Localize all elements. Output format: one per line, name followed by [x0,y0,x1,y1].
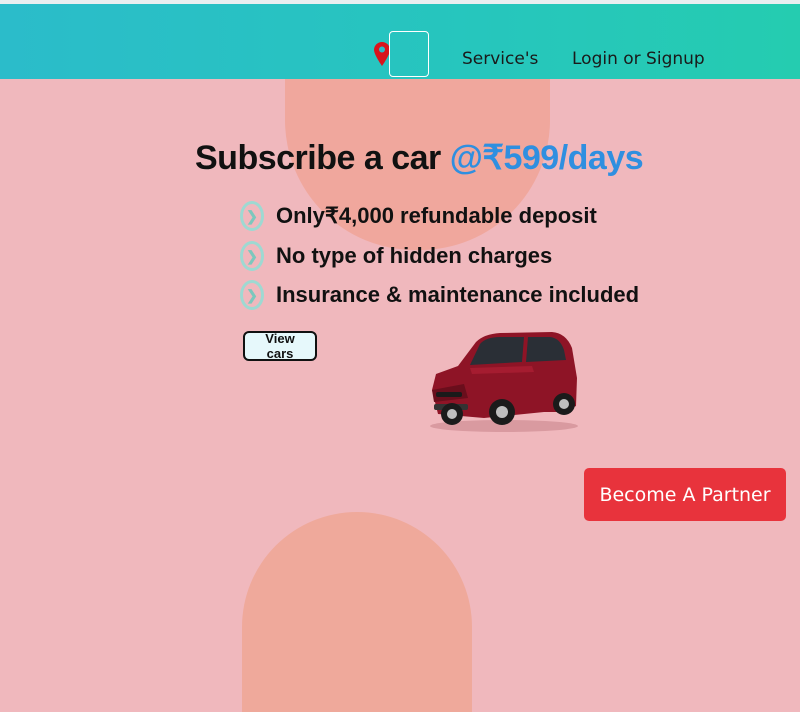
become-partner-button[interactable]: Become A Partner [584,468,786,521]
feature-text: No type of hidden charges [276,243,553,268]
location-select-box[interactable] [389,31,429,77]
chevron-right-circle-icon: ❯ [240,280,264,310]
nav-services-link[interactable]: Service's [462,49,538,69]
red-suv-image [430,332,578,432]
feature-item: ❯ No type of hidden charges [240,239,552,273]
top-navbar: Service's Login or Signup [0,0,800,79]
nav-login-signup-link[interactable]: Login or Signup [572,49,705,69]
feature-text: Insurance & maintenance included [276,282,640,307]
decorative-blob-bottom [242,512,472,712]
chevron-right-circle-icon: ❯ [240,201,264,231]
view-cars-button[interactable]: View cars [243,331,317,361]
headline-price: @₹599/days [449,139,644,177]
headline-prefix: Subscribe a car [195,139,450,177]
feature-item: ❯ Insurance & maintenance included [240,278,639,312]
chevron-right-circle-icon: ❯ [240,241,264,271]
feature-item: ❯ Only₹4,000 refundable deposit [240,199,597,233]
map-pin-icon[interactable] [374,42,390,66]
hero-headline: Subscribe a car @₹599/days [195,138,644,178]
feature-text: Only₹4,000 refundable deposit [276,203,597,228]
